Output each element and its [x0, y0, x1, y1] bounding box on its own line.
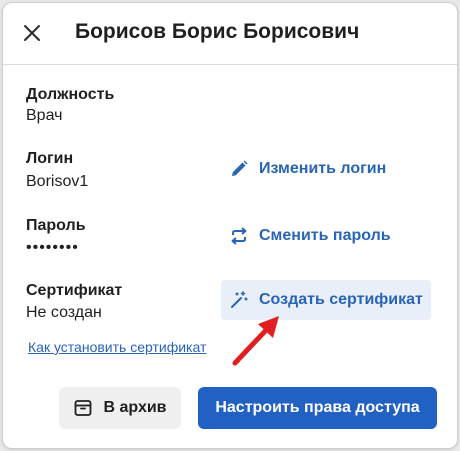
change-password-label: Сменить пароль	[259, 227, 391, 244]
close-icon	[24, 25, 40, 41]
archive-box-icon	[75, 400, 92, 416]
pencil-icon	[232, 160, 248, 176]
archive-button[interactable]: В архив	[59, 387, 181, 429]
position-label: Должность	[26, 86, 115, 103]
archive-button-label: В архив	[103, 399, 167, 416]
header-divider	[3, 64, 457, 65]
user-dialog: Борисов Борис Борисович Должность Врач Л…	[2, 2, 458, 449]
dialog-header: Борисов Борис Борисович	[3, 3, 457, 63]
configure-access-label: Настроить права доступа	[215, 399, 420, 416]
login-label: Логин	[26, 150, 74, 167]
certificate-value: Не создан	[26, 304, 102, 321]
configure-access-button[interactable]: Настроить права доступа	[198, 387, 437, 429]
create-certificate-label: Создать сертификат	[259, 291, 423, 308]
close-button[interactable]	[17, 18, 47, 48]
swap-arrows-icon	[231, 227, 247, 245]
change-password-button[interactable]: Сменить пароль	[221, 216, 399, 256]
certificate-label: Сертификат	[26, 282, 123, 299]
password-label: Пароль	[26, 217, 86, 234]
change-login-button[interactable]: Изменить логин	[221, 149, 394, 189]
login-value: Borisov1	[26, 173, 89, 190]
password-value: ••••••••	[26, 239, 79, 256]
magic-wand-icon	[231, 291, 248, 308]
position-value: Врач	[26, 107, 63, 124]
change-login-label: Изменить логин	[259, 160, 387, 177]
annotation-arrow	[232, 316, 279, 366]
dialog-title: Борисов Борис Борисович	[75, 20, 360, 43]
install-certificate-link[interactable]: Как установить сертификат	[28, 339, 206, 355]
